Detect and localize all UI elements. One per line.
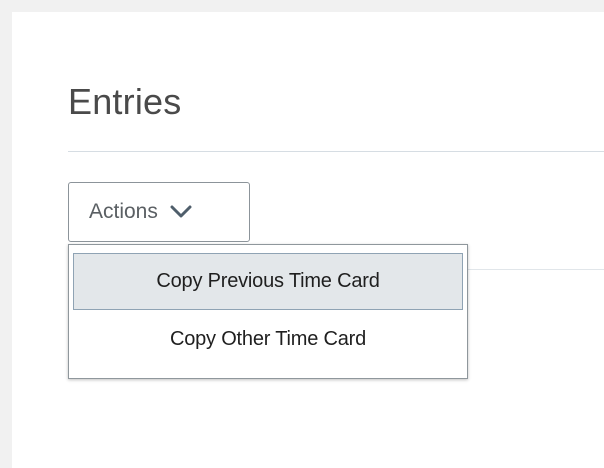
title-divider bbox=[68, 151, 604, 152]
actions-dropdown-menu: Copy Previous Time Card Copy Other Time … bbox=[68, 244, 468, 379]
entries-panel: Entries Actions Copy Previous Time Card … bbox=[12, 12, 604, 468]
chevron-down-icon bbox=[170, 205, 192, 219]
actions-button-label: Actions bbox=[89, 200, 158, 223]
section-title: Entries bbox=[68, 81, 182, 122]
menu-item-copy-other-time-card[interactable]: Copy Other Time Card bbox=[73, 311, 463, 368]
actions-button[interactable]: Actions bbox=[68, 182, 250, 242]
menu-item-copy-previous-time-card[interactable]: Copy Previous Time Card bbox=[73, 253, 463, 310]
